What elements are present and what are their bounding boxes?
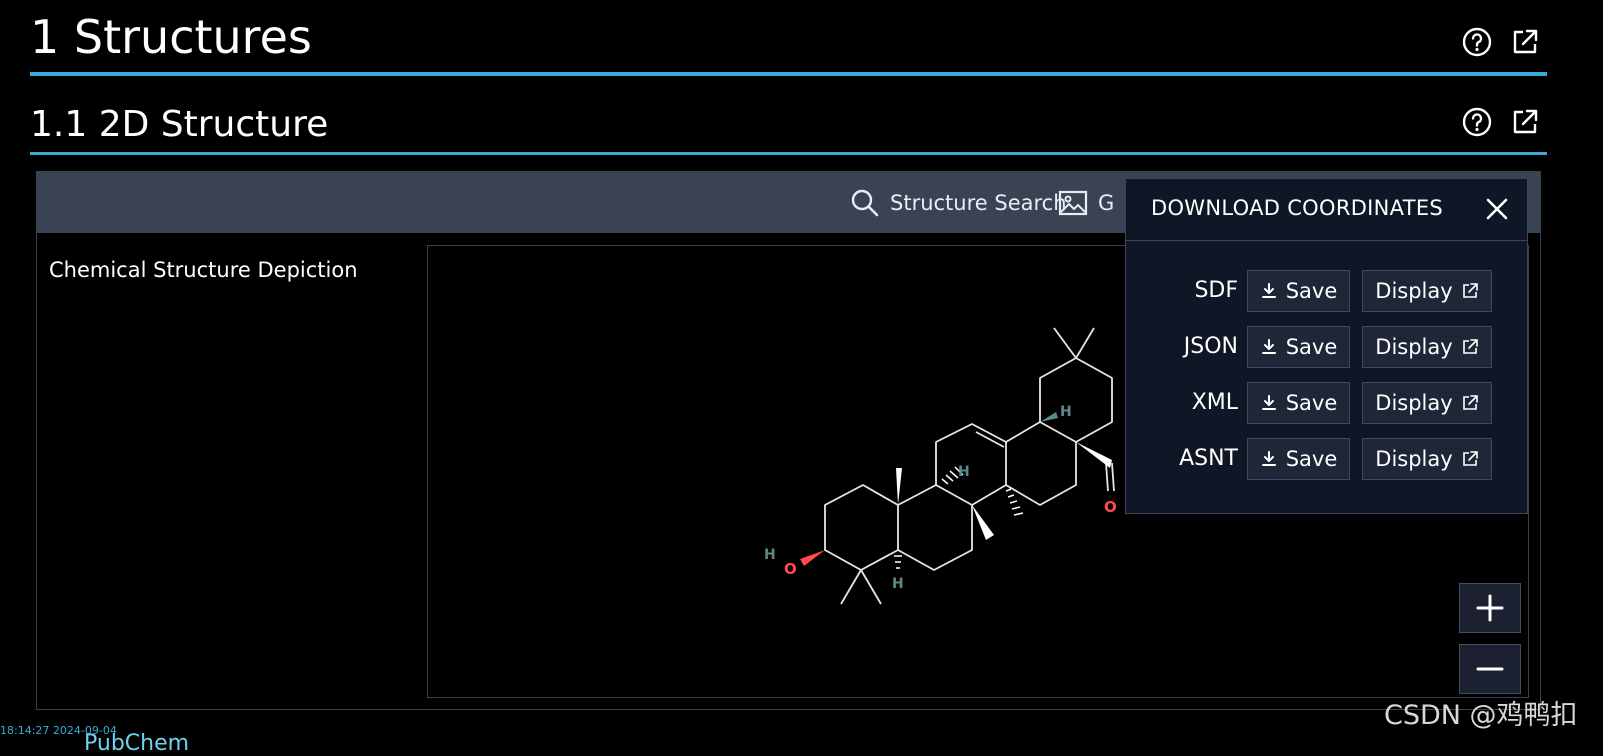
image-button-label: G <box>1098 191 1115 215</box>
section-header-actions <box>1461 26 1541 58</box>
download-icon <box>1261 283 1276 298</box>
external-link-icon <box>1462 395 1478 410</box>
download-row-json: JSON Save Display <box>1126 326 1527 370</box>
save-label: Save <box>1285 447 1338 471</box>
close-icon[interactable] <box>1481 193 1513 225</box>
zoom-out-button[interactable] <box>1459 644 1521 694</box>
display-label: Display <box>1375 447 1453 471</box>
download-coordinates-popup: DOWNLOAD COORDINATES SDF Save Display JS… <box>1125 178 1528 514</box>
display-label: Display <box>1375 391 1453 415</box>
zoom-in-button[interactable] <box>1459 583 1521 633</box>
display-sdf-button[interactable]: Display <box>1362 270 1492 312</box>
external-link-icon[interactable] <box>1509 106 1541 138</box>
depiction-label: Chemical Structure Depiction <box>49 258 358 282</box>
download-icon <box>1261 451 1276 466</box>
save-asnt-button[interactable]: Save <box>1247 438 1350 480</box>
format-label: JSON <box>1183 334 1238 359</box>
minus-icon <box>1476 667 1504 671</box>
image-button[interactable]: G <box>1058 185 1114 221</box>
download-icon <box>1261 339 1276 354</box>
display-json-button[interactable]: Display <box>1362 326 1492 368</box>
search-icon <box>851 189 879 217</box>
format-label: ASNT <box>1179 446 1238 471</box>
pubchem-link[interactable]: PubChem <box>84 731 189 756</box>
atom-label-h-c5: H <box>892 576 904 592</box>
atom-label-h-c18: H <box>1060 404 1072 420</box>
display-label: Display <box>1375 335 1453 359</box>
save-label: Save <box>1285 391 1338 415</box>
save-sdf-button[interactable]: Save <box>1247 270 1350 312</box>
structure-search-button[interactable]: Structure Search <box>850 185 1067 221</box>
download-icon <box>1261 395 1276 410</box>
atom-label-o-acid: O <box>1104 498 1117 516</box>
image-icon <box>1058 190 1088 216</box>
external-link-icon <box>1462 283 1478 298</box>
atom-label-o-hydroxyl: O <box>784 560 797 578</box>
structure-search-label: Structure Search <box>890 191 1067 215</box>
section-header-structures: 1 Structures <box>30 0 1547 76</box>
download-popup-header: DOWNLOAD COORDINATES <box>1126 179 1527 241</box>
download-row-xml: XML Save Display <box>1126 382 1527 426</box>
atom-label-h-hydroxyl: H <box>764 547 776 563</box>
display-label: Display <box>1375 279 1453 303</box>
atom-label-h-c9: H <box>958 464 970 480</box>
download-row-asnt: ASNT Save Display <box>1126 438 1527 482</box>
subsection-title: 1.1 2D Structure <box>30 104 329 145</box>
download-popup-title: DOWNLOAD COORDINATES <box>1151 196 1444 220</box>
format-label: XML <box>1191 390 1238 415</box>
external-link-icon[interactable] <box>1509 26 1541 58</box>
save-xml-button[interactable]: Save <box>1247 382 1350 424</box>
external-link-icon <box>1462 451 1478 466</box>
save-label: Save <box>1285 279 1338 303</box>
watermark: CSDN @鸡鸭扣 <box>1384 700 1578 731</box>
subsection-header-2d-structure: 1.1 2D Structure <box>30 96 1547 155</box>
help-circle-icon[interactable] <box>1461 26 1493 58</box>
plus-icon <box>1476 594 1504 622</box>
download-row-sdf: SDF Save Display <box>1126 270 1527 314</box>
external-link-icon <box>1462 339 1478 354</box>
format-label: SDF <box>1194 278 1238 303</box>
display-asnt-button[interactable]: Display <box>1362 438 1492 480</box>
subsection-header-actions <box>1461 106 1541 138</box>
display-xml-button[interactable]: Display <box>1362 382 1492 424</box>
section-title: 1 Structures <box>30 10 312 64</box>
save-json-button[interactable]: Save <box>1247 326 1350 368</box>
save-label: Save <box>1285 335 1338 359</box>
help-circle-icon[interactable] <box>1461 106 1493 138</box>
